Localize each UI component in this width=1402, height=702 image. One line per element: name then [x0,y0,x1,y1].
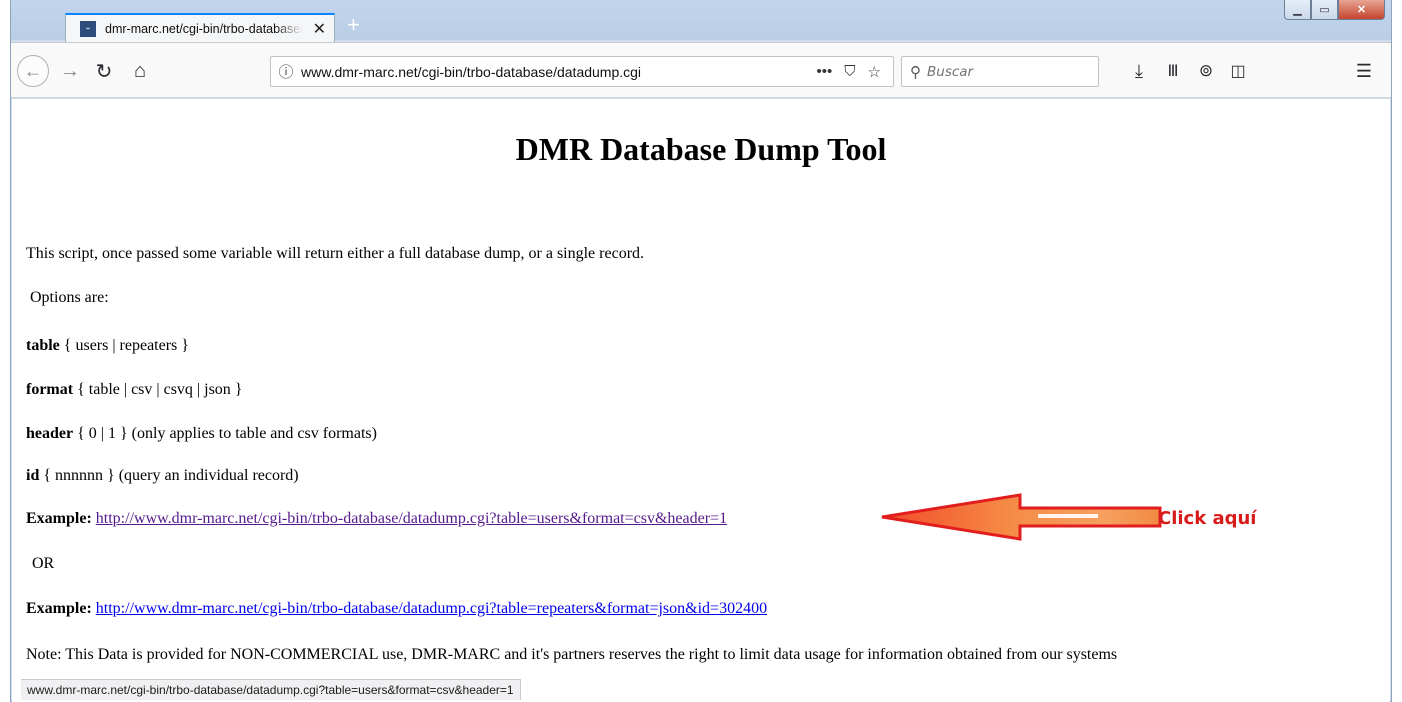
browser-window: ▪▪ dmr-marc.net/cgi-bin/trbo-database/da… [10,0,1392,702]
click-here-label: Click aquí [1158,508,1257,529]
tab-title: dmr-marc.net/cgi-bin/trbo-database/datad… [105,22,303,36]
search-bar[interactable]: ⚲ [901,56,1099,87]
star-icon[interactable]: ☆ [868,63,881,81]
example-repeaters: Example: http://www.dmr-marc.net/cgi-bin… [26,600,767,618]
note-text: Note: This Data is provided for NON-COMM… [26,646,1118,663]
option-value: { users | repeaters } [63,337,189,354]
or-text: OR [32,555,55,572]
favicon-icon: ▪▪ [80,21,96,37]
home-icon[interactable]: ⌂ [123,43,157,99]
search-input[interactable] [927,63,1077,80]
example-repeaters-link[interactable]: http://www.dmr-marc.net/cgi-bin/trbo-dat… [96,600,767,617]
close-window-button[interactable]: ✕ [1338,0,1385,20]
page-title: DMR Database Dump Tool [515,131,887,167]
option-id: id { nnnnnn } (query an individual recor… [26,467,299,485]
option-key: id [26,467,40,484]
intro-text: This script, once passed some variable w… [26,245,645,262]
example-label: Example: [26,510,92,527]
window-controls: ▁ ▭ ✕ [1284,0,1385,20]
url-text[interactable]: www.dmr-marc.net/cgi-bin/trbo-database/d… [301,64,817,80]
options-label: Options are: [30,289,109,306]
option-format: format { table | csv | csvq | json } [26,381,242,399]
more-icon[interactable]: ••• [817,63,833,80]
option-key: table [26,337,60,354]
info-icon[interactable]: ⓘ [271,61,301,82]
close-tab-icon[interactable]: ✕ [313,19,326,39]
maximize-button[interactable]: ▭ [1311,0,1338,20]
option-value: { nnnnnn } (query an individual record) [43,467,299,484]
option-key: header [26,425,74,442]
hamburger-icon[interactable]: ☰ [1349,43,1379,99]
library-icon[interactable]: Ⅲ [1158,43,1188,99]
red-arrow-annotation [881,493,1162,541]
navigation-toolbar: ← → ↻ ⌂ ⓘ www.dmr-marc.net/cgi-bin/trbo-… [11,42,1391,98]
option-value: { 0 | 1 } (only applies to table and csv… [77,425,377,442]
reload-icon[interactable]: ↻ [87,43,121,99]
address-bar[interactable]: ⓘ www.dmr-marc.net/cgi-bin/trbo-database… [270,56,894,87]
tab-active[interactable]: ▪▪ dmr-marc.net/cgi-bin/trbo-database/da… [65,13,335,43]
search-icon: ⚲ [910,63,921,81]
example-users-link[interactable]: http://www.dmr-marc.net/cgi-bin/trbo-dat… [96,510,727,527]
option-key: format [26,381,74,398]
sidebar-icon[interactable]: ◫ [1223,43,1253,99]
pocket-icon[interactable]: ⛉ [844,63,855,80]
status-bar: www.dmr-marc.net/cgi-bin/trbo-database/d… [21,679,521,700]
download-icon[interactable]: ⤓ [1124,43,1154,99]
title-bar: ▪▪ dmr-marc.net/cgi-bin/trbo-database/da… [11,0,1391,43]
option-value: { table | csv | csvq | json } [77,381,243,398]
option-header: header { 0 | 1 } (only applies to table … [26,425,377,443]
new-tab-button[interactable]: + [347,14,360,36]
forward-arrow-icon[interactable]: → [55,43,85,99]
example-users: Example: http://www.dmr-marc.net/cgi-bin… [26,510,727,528]
page-viewport[interactable]: DMR Database Dump Tool This script, once… [12,99,1390,702]
back-arrow-icon[interactable]: ← [17,55,49,87]
option-table: table { users | repeaters } [26,337,189,355]
sync-icon[interactable]: ⊚ [1191,43,1221,99]
example-label: Example: [26,600,92,617]
minimize-button[interactable]: ▁ [1284,0,1311,20]
